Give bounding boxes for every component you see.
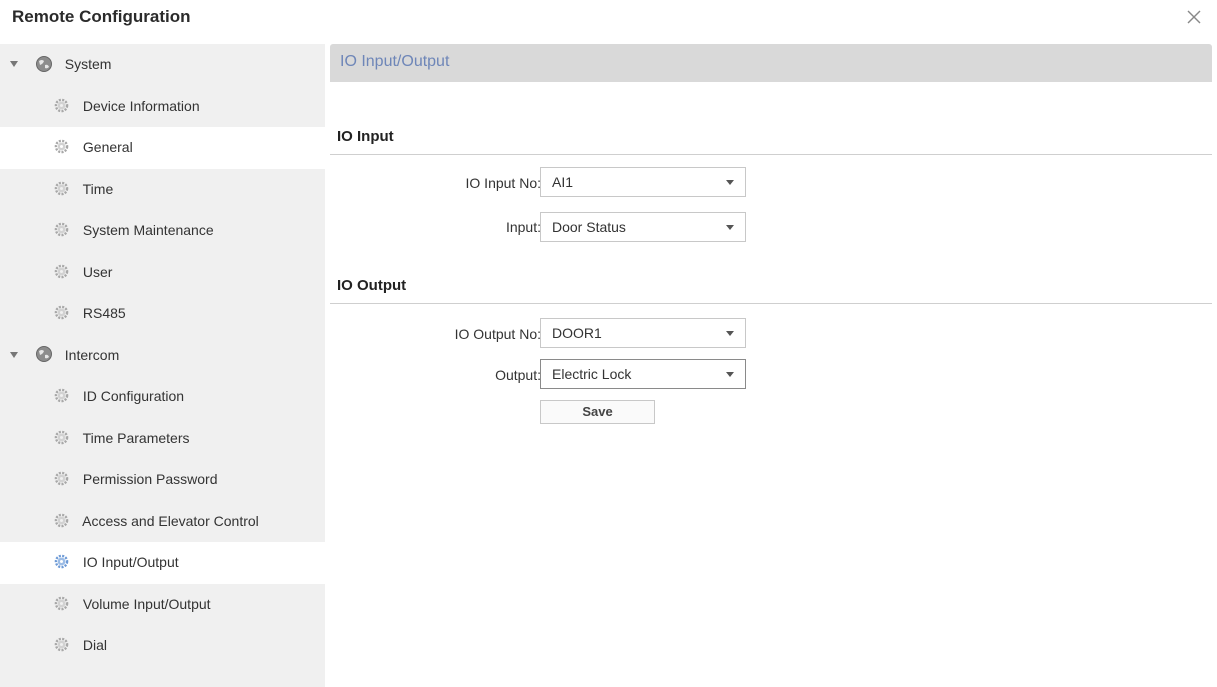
globe-icon [35,346,52,363]
io-input-no-select[interactable]: AI1 [540,167,746,197]
chevron-down-icon[interactable] [10,61,18,68]
sidebar-item-label: IO Input/Output [82,554,179,570]
chevron-down-icon [726,225,734,230]
section-title-io-input: IO Input [337,128,394,145]
main-panel: IO Input/Output IO Input IO Input No: AI… [330,44,1212,687]
sidebar-tree: System Device Information General Time S… [0,44,325,687]
sidebar-item-general[interactable]: General [0,127,325,169]
gear-icon [54,181,69,196]
sidebar-group-intercom[interactable]: Intercom [0,335,325,377]
sidebar-item-label: Time Parameters [82,429,190,446]
sidebar-item-label: Dial [82,637,108,653]
chevron-down-icon [726,180,734,185]
sidebar-item-label: Device Information [82,97,200,114]
save-button[interactable]: Save [540,400,655,424]
input-label: Input: [505,219,541,235]
sidebar-group-label: System [64,56,112,72]
sidebar-item-label: Permission Password [82,471,218,487]
window-title: Remote Configuration [12,7,191,26]
section-divider [330,303,1212,304]
gear-icon [54,140,69,154]
chevron-down-icon [726,372,734,377]
io-output-no-label: IO Output No: [454,326,541,342]
select-value: DOOR1 [552,325,602,341]
gear-icon [54,472,69,486]
sidebar-item-user[interactable]: User [0,252,325,294]
page-title: IO Input/Output [340,53,450,70]
sidebar-item-label: General [82,139,133,155]
close-icon[interactable] [1185,8,1203,26]
sidebar-item-access-and-elevator-control[interactable]: Access and Elevator Control [0,501,325,543]
sidebar-item-label: Volume Input/Output [82,595,211,612]
gear-icon [54,98,69,113]
select-value: AI1 [552,174,574,190]
sidebar-item-label: Access and Elevator Control [82,512,259,529]
panel-header: IO Input/Output [330,44,1212,82]
io-input-no-label: IO Input No: [465,175,541,191]
sidebar-group-system[interactable]: System [0,44,325,86]
sidebar-group-label: Intercom [64,346,120,363]
input-select[interactable]: Door Status [540,212,746,242]
gear-icon [54,638,69,652]
sidebar-item-label: RS485 [82,305,126,321]
gear-icon [54,223,69,237]
io-output-no-select[interactable]: DOOR1 [540,318,746,348]
sidebar-item-time[interactable]: Time [0,169,325,211]
sidebar-item-rs485[interactable]: RS485 [0,293,325,335]
sidebar-item-time-parameters[interactable]: Time Parameters [0,418,325,460]
chevron-down-icon [726,331,734,336]
gear-icon [54,513,69,528]
sidebar-item-io-input-output[interactable]: IO Input/Output [0,542,325,584]
sidebar-item-dial[interactable]: Dial [0,625,325,667]
output-select[interactable]: Electric Lock [540,359,746,389]
gear-icon [54,389,69,403]
gear-icon [54,264,69,279]
section-title-io-output: IO Output [337,277,407,294]
globe-icon [35,55,52,72]
sidebar-item-label: ID Configuration [82,388,185,404]
sidebar-item-label: User [82,263,113,280]
title-bar: Remote Configuration [0,0,1217,38]
sidebar-item-label: System Maintenance [82,222,214,238]
sidebar-item-system-maintenance[interactable]: System Maintenance [0,210,325,252]
select-value: Door Status [552,219,626,235]
sidebar-item-device-information[interactable]: Device Information [0,86,325,128]
chevron-down-icon[interactable] [10,351,18,358]
gear-icon [54,430,69,445]
sidebar-item-id-configuration[interactable]: ID Configuration [0,376,325,418]
gear-icon [54,596,69,611]
sidebar-item-label: Time [82,180,114,197]
section-divider [330,154,1212,155]
gear-icon [54,555,69,569]
output-label: Output: [495,367,541,383]
gear-icon [54,306,69,320]
select-value: Electric Lock [552,366,632,382]
sidebar-item-permission-password[interactable]: Permission Password [0,459,325,501]
sidebar-item-volume-input-output[interactable]: Volume Input/Output [0,584,325,626]
